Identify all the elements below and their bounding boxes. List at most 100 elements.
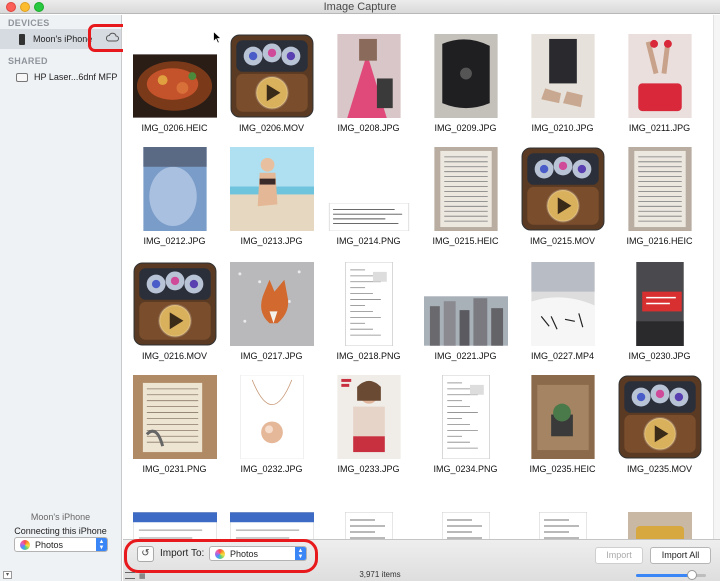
iphone-icon — [19, 33, 25, 45]
thumbnail-item[interactable]: IMG_0216.MOV — [126, 258, 223, 368]
thumbnail-image — [423, 296, 508, 346]
thumbnail-item[interactable]: IMG_0216.HEIC — [611, 143, 708, 253]
thumbnail-item[interactable] — [223, 484, 320, 539]
thumbnail-caption: IMG_0234.PNG — [433, 464, 498, 474]
popup-arrows-icon: ▲ ▼ — [96, 538, 107, 551]
thumbnail-caption: IMG_0209.JPG — [434, 123, 497, 133]
thumbnail-caption: IMG_0215.MOV — [529, 236, 596, 246]
photos-app-icon — [20, 539, 30, 550]
thumbnail-item[interactable]: IMG_0235.MOV — [611, 371, 708, 481]
annotation-highlight-import-to — [124, 539, 318, 573]
thumbnail-image — [132, 375, 217, 459]
thumbnail-image — [627, 147, 692, 231]
sidebar-toggle-icon[interactable]: ▾ — [3, 571, 12, 579]
thumbnail-caption: IMG_0235.MOV — [626, 464, 693, 474]
thumbnail-item[interactable]: IMG_0211.JPG — [611, 30, 708, 140]
list-view-icon[interactable] — [125, 572, 135, 579]
thumbnail-item[interactable]: IMG_0227.MP4 — [514, 258, 611, 368]
thumbnail-image — [441, 375, 490, 459]
thumbnail-image — [344, 262, 393, 346]
thumbnail-item[interactable]: IMG_0221.JPG — [417, 258, 514, 368]
thumbnail-item[interactable] — [514, 484, 611, 539]
thumbnail-caption: IMG_0216.MOV — [141, 351, 208, 361]
window-title: Image Capture — [323, 1, 397, 13]
thumbnail-image — [433, 147, 498, 231]
thumbnail-image — [627, 34, 692, 118]
thumbnail-caption: IMG_0216.HEIC — [626, 236, 693, 246]
thumbnail-image — [132, 512, 217, 539]
thumbnail-item[interactable]: IMG_0234.PNG — [417, 371, 514, 481]
thumbnail-caption: IMG_0211.JPG — [628, 123, 691, 133]
selected-device-name: Moon's iPhone — [30, 512, 91, 522]
thumbnail-image — [327, 203, 411, 231]
thumbnail-image — [618, 375, 702, 459]
thumbnail-image — [229, 147, 314, 231]
sidebar-item-printer[interactable]: HP Laser...6dnf MFP — [0, 67, 121, 87]
thumbnail-item[interactable]: IMG_0208.JPG — [320, 30, 417, 140]
thumbnail-image — [627, 512, 692, 539]
slider-knob[interactable] — [687, 570, 697, 580]
thumbnail-item[interactable]: IMG_0233.JPG — [320, 371, 417, 481]
thumbnail-image — [530, 375, 595, 459]
slider-fill — [636, 574, 692, 577]
thumbnail-item[interactable]: IMG_0215.HEIC — [417, 143, 514, 253]
thumbnail-image — [336, 34, 401, 118]
thumbnail-item[interactable] — [611, 484, 708, 539]
thumbnail-item[interactable]: IMG_0230.JPG — [611, 258, 708, 368]
thumbnail-caption: IMG_0206.HEIC — [141, 123, 208, 133]
thumbnail-image — [441, 512, 490, 539]
title-bar: Image Capture — [0, 0, 720, 14]
grid-view-icon[interactable]: ▦ — [139, 572, 146, 580]
thumbnail-image — [229, 512, 314, 539]
thumbnail-item[interactable] — [320, 484, 417, 539]
thumbnail-caption: IMG_0218.PNG — [336, 351, 401, 361]
thumbnail-caption: IMG_0206.MOV — [238, 123, 305, 133]
thumbnail-item[interactable] — [126, 484, 223, 539]
thumbnail-image — [433, 34, 498, 118]
thumbnail-caption: IMG_0227.MP4 — [530, 351, 595, 361]
thumbnail-image — [538, 512, 587, 539]
thumbnail-item[interactable]: IMG_0210.JPG — [514, 30, 611, 140]
thumbnail-image — [230, 34, 314, 118]
thumbnail-caption: IMG_0231.PNG — [142, 464, 207, 474]
thumbnail-caption: IMG_0214.PNG — [336, 236, 401, 246]
thumbnail-caption: IMG_0230.JPG — [628, 351, 691, 361]
thumbnail-image — [530, 262, 595, 346]
thumbnail-item[interactable]: IMG_0232.JPG — [223, 371, 320, 481]
thumbnail-caption: IMG_0208.JPG — [337, 123, 400, 133]
thumbnail-image — [239, 375, 304, 459]
thumbnail-item[interactable]: IMG_0213.JPG — [223, 143, 320, 253]
thumbnail-caption: IMG_0210.JPG — [531, 123, 594, 133]
thumbnail-item[interactable]: IMG_0209.JPG — [417, 30, 514, 140]
thumbnail-image — [336, 375, 401, 459]
import-all-button[interactable]: Import All — [650, 547, 711, 564]
devices-header: DEVICES — [8, 18, 50, 28]
printer-icon — [16, 72, 28, 82]
mouse-cursor-icon — [213, 31, 222, 44]
thumbnail-item[interactable]: IMG_0231.PNG — [126, 371, 223, 481]
vertical-scrollbar[interactable] — [713, 15, 720, 539]
thumbnail-item[interactable]: IMG_0218.PNG — [320, 258, 417, 368]
items-count: 3,971 items — [359, 570, 401, 579]
thumbnail-item[interactable] — [417, 484, 514, 539]
thumbnail-caption: IMG_0217.JPG — [240, 351, 303, 361]
thumbnail-image — [229, 262, 314, 346]
thumbnail-image — [521, 147, 605, 231]
thumbnail-caption: IMG_0235.HEIC — [529, 464, 596, 474]
thumbnail-item[interactable]: IMG_0206.HEIC — [126, 30, 223, 140]
thumbnail-item[interactable]: IMG_0217.JPG — [223, 258, 320, 368]
thumbnail-item[interactable]: IMG_0206.MOV — [223, 30, 320, 140]
connect-app-popup[interactable]: Photos ▲ ▼ — [14, 537, 108, 552]
thumbnail-item[interactable]: IMG_0235.HEIC — [514, 371, 611, 481]
device-name: Moon's iPhone — [33, 34, 93, 44]
thumbnail-image — [142, 147, 207, 231]
thumbnail-caption: IMG_0212.JPG — [143, 236, 206, 246]
thumbnail-caption: IMG_0221.JPG — [434, 351, 497, 361]
thumbnail-item[interactable]: IMG_0212.JPG — [126, 143, 223, 253]
shared-header: SHARED — [8, 56, 48, 66]
import-button[interactable]: Import — [595, 547, 643, 564]
thumbnail-item[interactable]: IMG_0214.PNG — [320, 143, 417, 253]
sidebar: DEVICES Moon's iPhone SHARED HP Laser...… — [0, 15, 122, 581]
connect-app-value: Photos — [35, 539, 64, 550]
thumbnail-item[interactable]: IMG_0215.MOV — [514, 143, 611, 253]
